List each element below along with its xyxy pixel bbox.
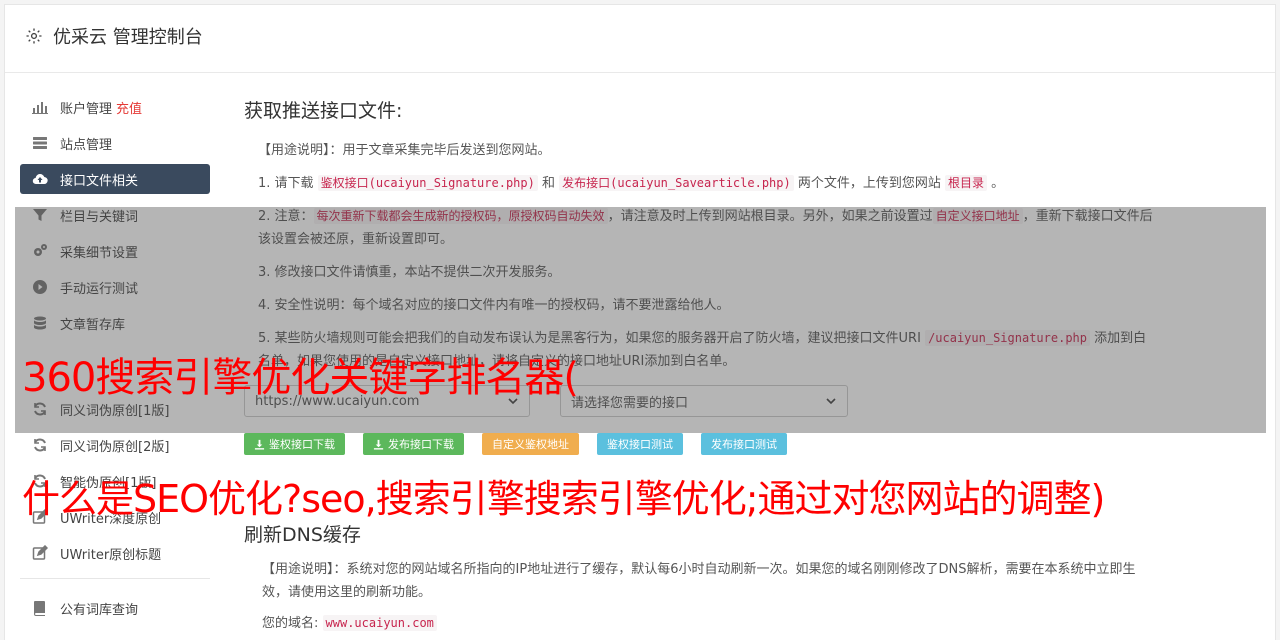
button-label: 发布接口下载 bbox=[388, 438, 454, 451]
button-label: 鉴权接口下载 bbox=[269, 438, 335, 451]
step-text: 。 bbox=[987, 176, 1005, 191]
download-icon bbox=[373, 439, 384, 450]
usage-text: ：用于文章采集完毕后发送到您网站。 bbox=[329, 143, 551, 158]
section-title: 获取推送接口文件: bbox=[244, 100, 403, 122]
gear-icon bbox=[26, 28, 42, 44]
sidebar-item-label: 公有词库查询 bbox=[60, 602, 139, 618]
sidebar-item-interface-files[interactable]: 接口文件相关 bbox=[20, 164, 210, 194]
usage-note: 【用途说明】：用于文章采集完毕后发送到您网站。 bbox=[244, 139, 1154, 162]
bar-chart-icon bbox=[32, 99, 48, 115]
download-publish-button[interactable]: 发布接口下载 bbox=[363, 433, 464, 455]
domain-label: 您的域名: bbox=[262, 616, 319, 631]
overlay-banner-line-1: 360搜索引擎优化关键字排名器( bbox=[22, 355, 579, 401]
step-text: 两个文件，上传到您网站 bbox=[793, 176, 945, 191]
button-label: 发布接口测试 bbox=[711, 438, 777, 451]
recharge-link[interactable]: 充值 bbox=[116, 98, 142, 117]
sidebar-divider bbox=[20, 578, 210, 579]
root-dir-code: 根目录 bbox=[945, 175, 988, 191]
auth-file-code: 鉴权接口(ucaiyun_Signature.php) bbox=[317, 175, 538, 191]
step-text: 1. 请下载 bbox=[258, 176, 318, 191]
dns-section-title: 刷新DNS缓存 bbox=[244, 524, 361, 546]
sidebar-item-label: 接口文件相关 bbox=[60, 173, 139, 189]
test-auth-button[interactable]: 鉴权接口测试 bbox=[597, 433, 683, 455]
usage-label: 【用途说明】 bbox=[258, 143, 330, 158]
edit-icon bbox=[32, 545, 48, 561]
download-auth-button[interactable]: 鉴权接口下载 bbox=[244, 433, 345, 455]
sidebar-item-account[interactable]: 账户管理 充值 bbox=[20, 92, 210, 122]
domain-value: www.ucaiyun.com bbox=[322, 615, 437, 631]
sidebar-item-label: 账户管理 bbox=[60, 101, 113, 117]
button-row: 鉴权接口下载 发布接口下载 自定义鉴权地址 鉴权接口测试 发布接口测试 bbox=[244, 433, 1154, 455]
publish-file-code: 发布接口(ucaiyun_Savearticle.php) bbox=[559, 175, 794, 191]
dns-domain-row: 您的域名: www.ucaiyun.com bbox=[262, 612, 437, 631]
overlay-banner-line-2: 什么是SEO优化?seo,搜索引擎搜索引擎优化;通过对您网站的调整) bbox=[22, 477, 1105, 521]
sidebar-item-sites[interactable]: 站点管理 bbox=[20, 128, 210, 158]
custom-auth-url-button[interactable]: 自定义鉴权地址 bbox=[482, 433, 579, 455]
refresh-icon bbox=[32, 437, 48, 453]
sidebar-item-public-lexicon[interactable]: 公有词库查询 bbox=[20, 593, 210, 623]
server-icon bbox=[32, 135, 48, 151]
header: 优采云 管理控制台 bbox=[5, 5, 1275, 73]
sidebar-item-label: 同义词伪原创[2版] bbox=[60, 439, 170, 455]
test-publish-button[interactable]: 发布接口测试 bbox=[701, 433, 787, 455]
sidebar-item-label: 站点管理 bbox=[60, 137, 113, 153]
step-text: 和 bbox=[537, 176, 560, 191]
usage-text: ：系统对您的网站域名所指向的IP地址进行了缓存，默认每6小时自动刷新一次。如果您… bbox=[262, 562, 1136, 600]
brand: 优采云 管理控制台 bbox=[25, 23, 203, 49]
dns-usage-note: 【用途说明】：系统对您的网站域名所指向的IP地址进行了缓存，默认每6小时自动刷新… bbox=[262, 558, 1142, 604]
sidebar-item-synonym-v2[interactable]: 同义词伪原创[2版] bbox=[20, 430, 210, 460]
page-title: 优采云 管理控制台 bbox=[53, 27, 203, 48]
usage-label: 【用途说明】 bbox=[262, 562, 334, 577]
sidebar-item-label: UWriter原创标题 bbox=[60, 547, 162, 563]
cloud-upload-icon bbox=[32, 171, 48, 187]
sidebar-item-uwriter-title[interactable]: UWriter原创标题 bbox=[20, 538, 210, 568]
book-icon bbox=[32, 600, 48, 616]
button-label: 自定义鉴权地址 bbox=[492, 438, 569, 451]
button-label: 鉴权接口测试 bbox=[607, 438, 673, 451]
download-icon bbox=[254, 439, 265, 450]
step-1: 1. 请下载 鉴权接口(ucaiyun_Signature.php) 和 发布接… bbox=[244, 172, 1154, 195]
